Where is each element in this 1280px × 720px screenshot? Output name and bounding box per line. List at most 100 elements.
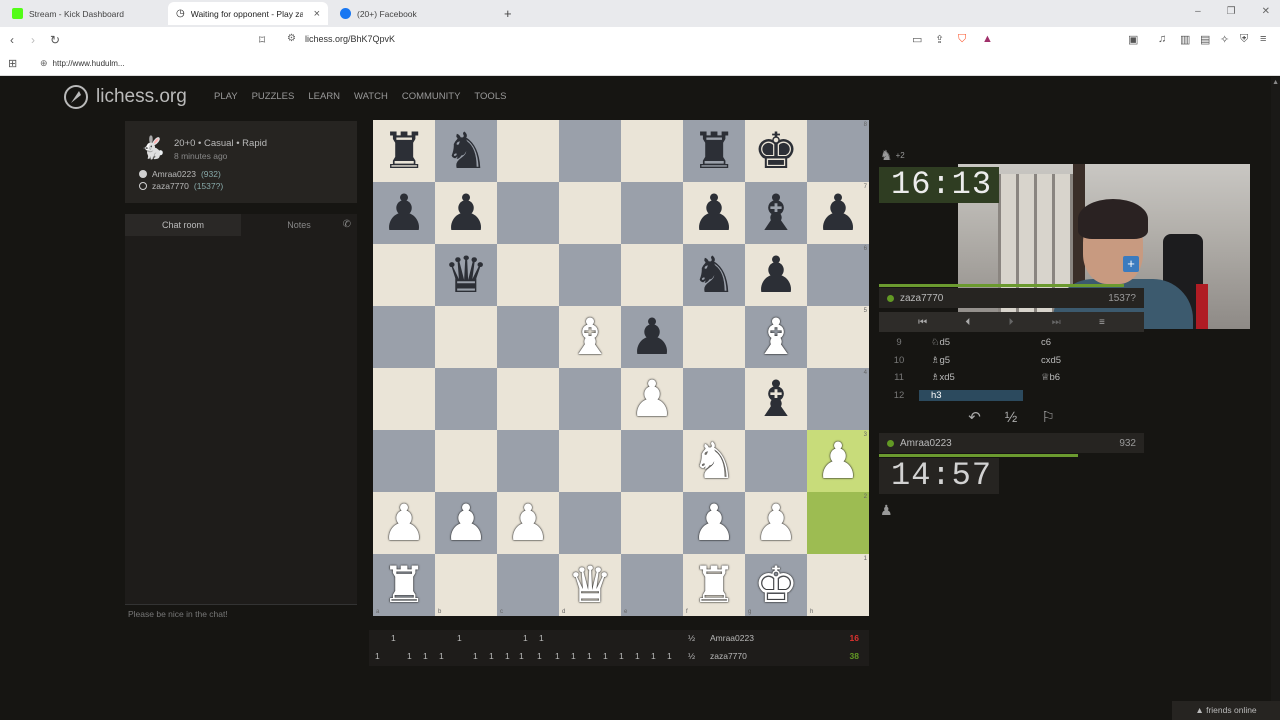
resign-flag-icon[interactable]: ⚐	[1041, 408, 1054, 426]
board-square-f1[interactable]: ♜ f	[683, 554, 745, 616]
crosstable-result[interactable]: 1	[555, 651, 560, 661]
board-square-b3[interactable]	[435, 430, 497, 492]
url-field[interactable]: lichess.org/BhK7QpvK	[305, 34, 395, 44]
board-square-g7[interactable]: ♝	[745, 182, 807, 244]
chat-input[interactable]: Please be nice in the chat!	[125, 604, 357, 622]
board-square-f8[interactable]: ♜	[683, 120, 745, 182]
crosstable-result[interactable]: 1	[473, 651, 478, 661]
white-knight-piece[interactable]: ♞	[692, 436, 737, 486]
minimize-icon[interactable]: –	[1195, 6, 1201, 17]
crosstable-result[interactable]: 1	[539, 633, 544, 643]
board-square-d2[interactable]	[559, 492, 621, 554]
scroll-up-icon[interactable]: ▲	[1272, 79, 1279, 86]
crosstable-result[interactable]: 1	[603, 651, 608, 661]
next-move-icon[interactable]: ⏵	[1009, 317, 1014, 328]
board-square-c5[interactable]	[497, 306, 559, 368]
apps-grid-icon[interactable]: ⊞	[8, 57, 17, 70]
phone-icon[interactable]: ✆	[343, 219, 351, 230]
black-rook-piece[interactable]: ♜	[692, 126, 737, 176]
crosstable-result[interactable]: 1	[375, 651, 380, 661]
chess-board[interactable]: ♜ ♞ ♜ ♚ 8 ♟ ♟ ♟ ♝ ♟ 7 ♛ ♞ ♟ 6 ♝ ♟ ♝ 5 ♟ ♝ 4 ♞ ♟ 3 ♟ ♟ ♟ ♟ ♟ 2 ♜ a b c ♛ d e ♜ f…	[373, 120, 869, 616]
white-pawn-piece[interactable]: ♟	[692, 498, 737, 548]
board-square-a6[interactable]	[373, 244, 435, 306]
board-square-h2[interactable]: 2	[807, 492, 869, 554]
crosstable-result[interactable]: 1	[667, 651, 672, 661]
black-pawn-piece[interactable]: ♟	[630, 312, 675, 362]
board-square-g2[interactable]: ♟	[745, 492, 807, 554]
crosstable-draw[interactable]: ½	[688, 633, 695, 643]
white-rook-piece[interactable]: ♜	[692, 560, 737, 610]
board-square-a2[interactable]: ♟	[373, 492, 435, 554]
white-queen-piece[interactable]: ♛	[568, 560, 613, 610]
board-square-d5[interactable]: ♝	[559, 306, 621, 368]
board-square-c7[interactable]	[497, 182, 559, 244]
board-square-b8[interactable]: ♞	[435, 120, 497, 182]
board-square-a7[interactable]: ♟	[373, 182, 435, 244]
wallet-icon[interactable]: ▤	[1200, 33, 1210, 46]
black-pawn-piece[interactable]: ♟	[382, 188, 427, 238]
board-square-b2[interactable]: ♟	[435, 492, 497, 554]
crosstable-result[interactable]: 1	[407, 651, 412, 661]
crosstable-result[interactable]: 1	[635, 651, 640, 661]
crosstable-result[interactable]: 1	[505, 651, 510, 661]
crosstable-result[interactable]: 1	[391, 633, 396, 643]
crosstable-result[interactable]: 1	[423, 651, 428, 661]
board-square-h7[interactable]: ♟ 7	[807, 182, 869, 244]
black-pawn-piece[interactable]: ♟	[692, 188, 737, 238]
board-square-g8[interactable]: ♚	[745, 120, 807, 182]
bookmark-hudulm[interactable]: ⊕ http://www.hudulm...	[40, 58, 125, 69]
board-square-a4[interactable]	[373, 368, 435, 430]
crosstable-result[interactable]: 1	[457, 633, 462, 643]
board-square-a3[interactable]	[373, 430, 435, 492]
board-square-e2[interactable]	[621, 492, 683, 554]
crosstable-result[interactable]: 1	[519, 651, 524, 661]
board-square-c4[interactable]	[497, 368, 559, 430]
board-square-c3[interactable]	[497, 430, 559, 492]
white-pawn-piece[interactable]: ♟	[816, 436, 861, 486]
crosstable-result[interactable]: 1	[571, 651, 576, 661]
vpn-icon[interactable]: ⛨	[1240, 33, 1248, 46]
music-icon[interactable]: ♫	[1158, 33, 1166, 45]
black-king-piece[interactable]: ♚	[754, 126, 799, 176]
add-icon[interactable]: +	[1123, 256, 1139, 272]
last-move-icon[interactable]: ⏭	[1052, 317, 1061, 328]
tab-notes[interactable]: Notes	[241, 214, 357, 236]
nav-learn[interactable]: LEARN	[308, 91, 340, 102]
close-tab-icon[interactable]: ×	[314, 8, 320, 20]
board-square-b7[interactable]: ♟	[435, 182, 497, 244]
board-square-f2[interactable]: ♟	[683, 492, 745, 554]
sidebar-icon[interactable]: ▥	[1180, 33, 1190, 46]
board-square-g3[interactable]	[745, 430, 807, 492]
nav-community[interactable]: COMMUNITY	[402, 91, 461, 102]
board-square-f7[interactable]: ♟	[683, 182, 745, 244]
black-pawn-piece[interactable]: ♟	[816, 188, 861, 238]
board-square-a1[interactable]: ♜ a	[373, 554, 435, 616]
board-square-c8[interactable]	[497, 120, 559, 182]
board-square-a8[interactable]: ♜	[373, 120, 435, 182]
crosstable-result[interactable]: 1	[523, 633, 528, 643]
board-square-h8[interactable]: 8	[807, 120, 869, 182]
board-square-c2[interactable]: ♟	[497, 492, 559, 554]
bookmark-icon[interactable]: ⌑	[259, 33, 265, 47]
crosstable-result[interactable]: 1	[439, 651, 444, 661]
new-tab-button[interactable]: +	[496, 2, 516, 25]
maximize-icon[interactable]: ❐	[1227, 6, 1236, 17]
crosstable-draw[interactable]: ½	[688, 651, 695, 661]
board-square-b4[interactable]	[435, 368, 497, 430]
board-square-d6[interactable]	[559, 244, 621, 306]
board-square-g1[interactable]: ♚ g	[745, 554, 807, 616]
white-pawn-piece[interactable]: ♟	[630, 374, 675, 424]
board-square-d7[interactable]	[559, 182, 621, 244]
black-pawn-piece[interactable]: ♟	[444, 188, 489, 238]
board-square-b5[interactable]	[435, 306, 497, 368]
offer-draw-icon[interactable]: ½	[1005, 409, 1018, 426]
board-square-e3[interactable]	[621, 430, 683, 492]
board-square-b1[interactable]: b	[435, 554, 497, 616]
crosstable-row-white[interactable]: Amraa0223 16 1111½	[369, 630, 869, 648]
board-square-b6[interactable]: ♛	[435, 244, 497, 306]
crosstable-result[interactable]: 1	[587, 651, 592, 661]
brave-rewards-icon[interactable]: ▲	[982, 33, 993, 45]
window-close-icon[interactable]: ✕	[1262, 6, 1270, 17]
white-pawn-piece[interactable]: ♟	[506, 498, 551, 548]
info-player-white[interactable]: Amraa0223 (932)	[139, 169, 221, 179]
